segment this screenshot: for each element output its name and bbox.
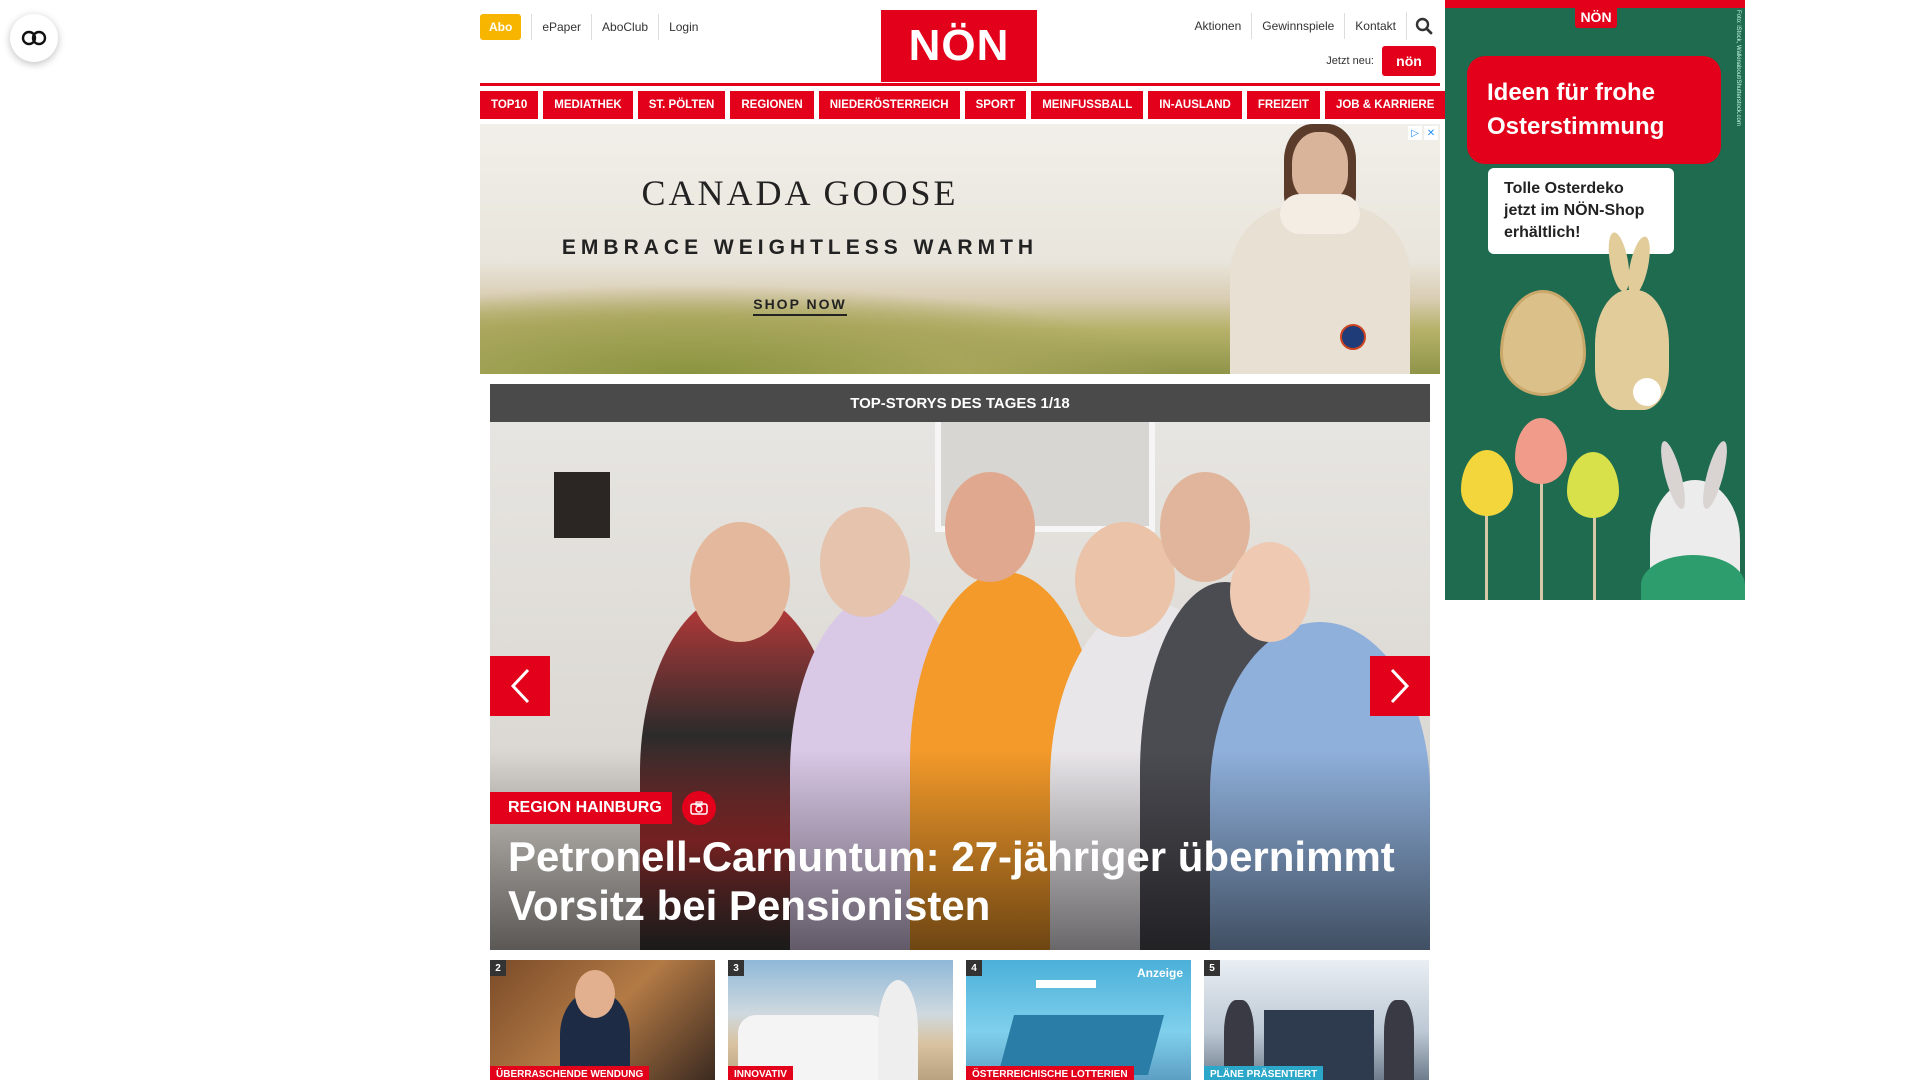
egg-pick [1567,452,1619,518]
header-divider [480,83,1440,86]
epaper-link[interactable]: ePaper [531,14,591,40]
thumb-ad-label: Anzeige [1136,966,1183,980]
abo-button[interactable]: Abo [480,14,522,40]
side-ad-headline: Ideen für frohe Osterstimmung [1467,56,1721,164]
top-stories: TOP-STORYS DES TAGES 1/18 REGION HAINBUR… [490,384,1430,950]
ad-info-icon[interactable]: ▷ [1408,126,1422,140]
thumb-number: 3 [728,960,744,976]
hero-image-lamp [554,472,610,538]
side-ad[interactable]: NÖN Foto: iStock, Walkinabout/Shuttersto… [1445,0,1745,600]
ad-close-icon[interactable]: ✕ [1424,126,1438,140]
thumb-category: PLÄNE PRÄSENTIERT [1204,1066,1324,1080]
gallery-button[interactable] [682,791,716,825]
site-container: Abo ePaper AboClub Login NÖN Aktionen Ge… [480,0,1446,1080]
story-thumb[interactable]: 3 INNOVATIV [728,960,953,1080]
chevron-right-icon [1390,668,1410,704]
nav-item-meinfussball[interactable]: MEINFUSSBALL [1031,91,1144,119]
nav-item-mediathek[interactable]: MEDIATHEK [543,91,633,119]
story-thumb[interactable]: 5 PLÄNE PRÄSENTIERT [1204,960,1429,1080]
ad-brand: CANADA GOOSE [641,173,959,213]
nav-item-in-ausland[interactable]: IN-AUSLAND [1148,91,1242,119]
thumb-category: INNOVATIV [728,1066,793,1080]
nav-item-top10[interactable]: TOP10 [480,91,539,119]
carousel-prev-button[interactable] [490,656,550,716]
kontakt-link[interactable]: Kontakt [1344,13,1406,39]
hero-title[interactable]: Petronell-Carnuntum: 27-jähriger übernim… [508,832,1408,930]
nav-item-job-karriere[interactable]: JOB & KARRIERE [1324,91,1446,119]
nav-item-regionen[interactable]: REGIONEN [730,91,814,119]
thumb-number: 2 [490,960,506,976]
ad-model-image [1220,124,1420,374]
thumb-category: ÜBERRASCHENDE WENDUNG [490,1066,650,1080]
top-stories-heading: TOP-STORYS DES TAGES 1/18 [490,384,1430,422]
thumb-number: 5 [1204,960,1220,976]
nav-item-niederoesterreich[interactable]: NIEDERÖSTERREICH [818,91,960,119]
nav-item-freizeit[interactable]: FREIZEIT [1246,91,1320,119]
search-button[interactable] [1406,12,1440,40]
thumb-number: 4 [966,960,982,976]
camera-icon [690,801,708,815]
story-thumb[interactable]: 4 Anzeige ÖSTERREICHISCHE LOTTERIEN [966,960,1191,1080]
story-thumb[interactable]: 2 ÜBERRASCHENDE WENDUNG [490,960,715,1080]
ad-shop-now-link[interactable]: SHOP NOW [520,296,1080,316]
chevron-left-icon [510,668,530,704]
new-label: Jetzt neu: [1326,55,1374,67]
aboclub-link[interactable]: AboClub [591,14,658,40]
main-nav: TOP10 MEDIATHEK ST. PÖLTEN REGIONEN NIED… [480,91,1446,119]
ad-tagline: EMBRACE WEIGHTLESS WARMTH [561,236,1039,259]
nav-item-sport[interactable]: SPORT [964,91,1027,119]
login-link[interactable]: Login [658,14,708,40]
side-ad-credit: Foto: iStock, Walkinabout/Shutterstock.c… [1735,10,1741,126]
ad-choices[interactable]: ▷ ✕ [1408,126,1438,140]
new-app-promo: Jetzt neu: nön [1326,46,1436,76]
top-left-links: Abo ePaper AboClub Login [480,14,708,40]
side-ad-logo: NÖN [1575,6,1617,28]
easter-egg-deco [1500,290,1586,396]
nav-item-st-poelten[interactable]: ST. PÖLTEN [637,91,726,119]
accessibility-button[interactable] [10,14,58,62]
top-right-links: Aktionen Gewinnspiele Kontakt [1185,12,1440,40]
egg-pick [1515,418,1567,484]
ad-banner[interactable]: CANADA GOOSE EMBRACE WEIGHTLESS WARMTH S… [480,124,1440,374]
aktionen-link[interactable]: Aktionen [1185,13,1252,39]
accessibility-icon [21,30,47,46]
gewinnspiele-link[interactable]: Gewinnspiele [1251,13,1344,39]
site-logo[interactable]: NÖN [881,10,1037,82]
carousel-next-button[interactable] [1370,656,1430,716]
hero-category[interactable]: REGION HAINBURG [490,792,672,824]
story-thumbnails: 2 ÜBERRASCHENDE WENDUNG 3 INNOVATIV 4 An… [490,960,1430,1080]
hero-story[interactable]: REGION HAINBURG Petronell-Carnuntum: 27-… [490,422,1430,950]
site-header: Abo ePaper AboClub Login NÖN Aktionen Ge… [480,0,1440,86]
search-icon [1415,17,1432,35]
thumb-category: ÖSTERREICHISCHE LOTTERIEN [966,1066,1134,1080]
egg-pick [1461,450,1513,516]
new-app-badge[interactable]: nön [1382,46,1436,76]
ad-cta-label: SHOP NOW [753,296,847,316]
